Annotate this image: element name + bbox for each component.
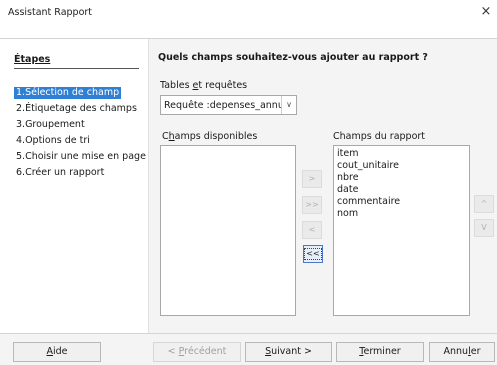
available-fields-list[interactable]	[160, 145, 296, 316]
tables-label: Tables et requêtes	[160, 80, 248, 91]
move-up-button[interactable]: ^	[474, 195, 494, 213]
window-title: Assistant Rapport	[8, 7, 93, 18]
report-fields-list[interactable]: item cout_unitaire nbre date commentaire…	[333, 145, 470, 316]
tables-queries-select[interactable]: Requête :depenses_annuelle ∨	[160, 95, 297, 115]
cancel-button[interactable]: Annuler	[429, 342, 495, 362]
steps-panel	[0, 39, 148, 332]
step-item-layout[interactable]: 5.Choisir une mise en page	[14, 151, 148, 163]
remove-all-fields-button[interactable]: <<	[303, 245, 323, 263]
list-item[interactable]: commentaire	[337, 196, 400, 208]
remove-all-label: <<	[304, 248, 322, 260]
move-down-button[interactable]: V	[474, 219, 494, 237]
steps-divider	[14, 68, 139, 69]
tables-select-value: Requête :depenses_annuelle	[164, 100, 282, 111]
finish-button[interactable]: Terminer	[336, 342, 424, 362]
add-all-fields-button[interactable]: >>	[302, 196, 322, 214]
previous-button[interactable]: < Précédent	[153, 342, 241, 362]
help-button[interactable]: Aide	[13, 342, 101, 362]
step-item-create-report[interactable]: 6.Créer un rapport	[14, 167, 106, 179]
step-item-field-selection[interactable]: 1.Sélection de champ	[14, 87, 122, 99]
list-item[interactable]: nom	[337, 208, 358, 220]
close-icon[interactable]: ×	[479, 4, 493, 20]
step-item-grouping[interactable]: 3.Groupement	[14, 119, 87, 131]
add-field-button[interactable]: >	[302, 170, 322, 188]
remove-field-button[interactable]: <	[302, 221, 322, 239]
available-fields-label: Champs disponibles	[162, 131, 258, 142]
list-item[interactable]: nbre	[337, 172, 359, 184]
steps-title: Étapes	[14, 54, 51, 65]
chevron-down-icon[interactable]: ∨	[281, 96, 296, 114]
list-item[interactable]: cout_unitaire	[337, 160, 399, 172]
list-item[interactable]: date	[337, 184, 358, 196]
title-bar: Assistant Rapport ×	[0, 0, 497, 26]
step-item-field-labels[interactable]: 2.Étiquetage des champs	[14, 103, 139, 115]
report-fields-label: Champs du rapport	[333, 131, 426, 142]
step-item-sort-options[interactable]: 4.Options de tri	[14, 135, 92, 147]
next-button[interactable]: Suivant >	[245, 342, 332, 362]
list-item[interactable]: item	[337, 148, 358, 160]
page-heading: Quels champs souhaitez-vous ajouter au r…	[158, 52, 428, 63]
